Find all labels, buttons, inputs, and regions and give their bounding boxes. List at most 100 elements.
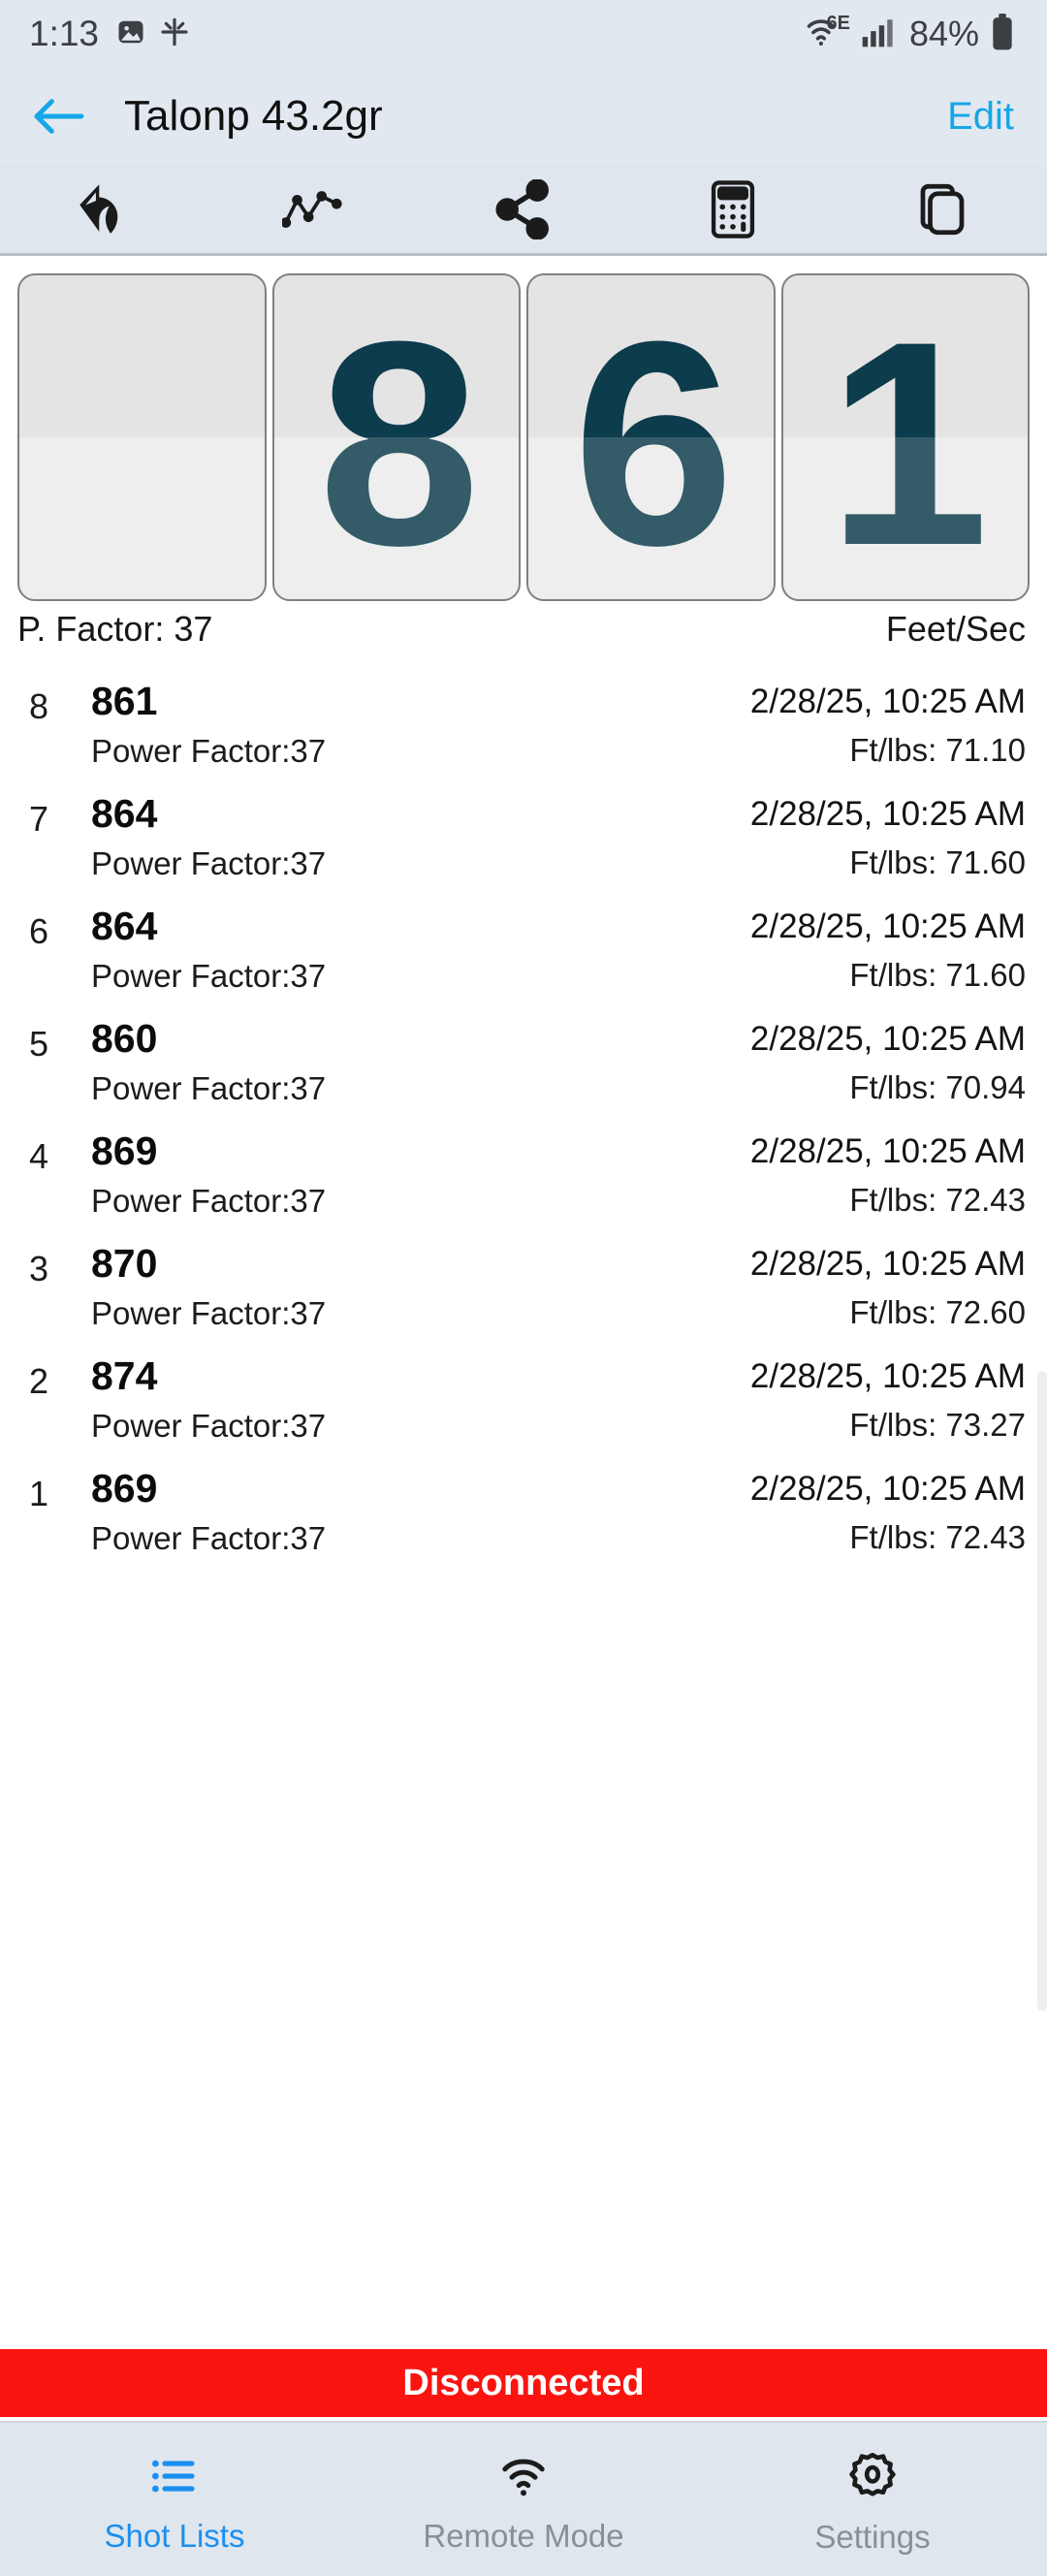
table-row[interactable]: 2 874 Power Factor:37 2/28/25, 10:25 AM … [0, 1348, 1047, 1460]
undo-button[interactable] [0, 164, 209, 255]
shot-list[interactable]: 8 861 Power Factor:37 2/28/25, 10:25 AM … [0, 673, 1047, 2011]
shot-index: 2 [29, 1361, 49, 1401]
digit-card-3: 6 [526, 273, 776, 601]
tab-label: Settings [814, 2518, 931, 2555]
copy-icon [920, 183, 965, 235]
shot-velocity: 870 [91, 1241, 158, 1286]
table-row[interactable]: 6 864 Power Factor:37 2/28/25, 10:25 AM … [0, 898, 1047, 1010]
sparkle-icon [159, 16, 190, 52]
shot-energy: Ft/lbs: 70.94 [849, 1069, 1026, 1106]
shot-energy: Ft/lbs: 72.60 [849, 1294, 1026, 1331]
shot-timestamp: 2/28/25, 10:25 AM [749, 683, 1026, 720]
shot-power-factor: Power Factor:37 [91, 845, 327, 882]
shot-velocity: 869 [91, 1129, 158, 1173]
shot-power-factor: Power Factor:37 [91, 1295, 327, 1332]
battery-icon [991, 13, 1014, 55]
power-factor-label: P. Factor: 37 [17, 609, 213, 649]
shot-timestamp: 2/28/25, 10:25 AM [749, 795, 1026, 833]
table-row[interactable]: 5 860 Power Factor:37 2/28/25, 10:25 AM … [0, 1010, 1047, 1123]
back-button[interactable] [29, 86, 89, 146]
shot-energy: Ft/lbs: 73.27 [849, 1407, 1026, 1444]
shot-energy: Ft/lbs: 71.60 [849, 957, 1026, 994]
shot-meta: 2/28/25, 10:25 AM Ft/lbs: 72.60 [750, 1235, 1026, 1331]
wifi-6e-icon: 6E [807, 12, 850, 54]
shot-index: 7 [29, 799, 49, 839]
duplicate-button[interactable] [838, 164, 1047, 255]
gear-icon [847, 2452, 898, 2505]
display-meta-row: P. Factor: 37 Feet/Sec [0, 601, 1047, 650]
battery-percent-label: 84% [908, 14, 979, 53]
shot-main: 861 Power Factor:37 [91, 673, 750, 770]
shot-meta: 2/28/25, 10:25 AM Ft/lbs: 72.43 [750, 1460, 1026, 1556]
line-chart-icon [282, 190, 342, 228]
digit-value: 8 [318, 280, 480, 601]
shot-meta: 2/28/25, 10:25 AM Ft/lbs: 72.43 [750, 1123, 1026, 1219]
calculator-button[interactable] [628, 164, 838, 255]
graph-button[interactable] [209, 164, 419, 255]
shot-velocity: 861 [91, 679, 158, 723]
shot-index: 6 [29, 911, 49, 951]
shot-power-factor: Power Factor:37 [91, 958, 327, 995]
shot-power-factor: Power Factor:37 [91, 1520, 327, 1557]
action-toolbar [0, 165, 1047, 256]
edit-button[interactable]: Edit [947, 95, 1014, 139]
table-row[interactable]: 7 864 Power Factor:37 2/28/25, 10:25 AM … [0, 785, 1047, 898]
shot-main: 870 Power Factor:37 [91, 1235, 750, 1332]
shot-timestamp: 2/28/25, 10:25 AM [749, 907, 1026, 945]
shot-main: 874 Power Factor:37 [91, 1348, 750, 1445]
shot-timestamp: 2/28/25, 10:25 AM [749, 1245, 1026, 1283]
status-bar-notification-icons [116, 16, 190, 52]
shot-meta: 2/28/25, 10:25 AM Ft/lbs: 71.10 [750, 673, 1026, 769]
table-row[interactable]: 8 861 Power Factor:37 2/28/25, 10:25 AM … [0, 673, 1047, 785]
shot-index: 4 [29, 1136, 49, 1176]
shot-main: 869 Power Factor:37 [91, 1460, 750, 1557]
digit-card-2: 8 [271, 273, 521, 601]
shot-main: 869 Power Factor:37 [91, 1123, 750, 1220]
shot-meta: 2/28/25, 10:25 AM Ft/lbs: 73.27 [750, 1348, 1026, 1444]
shot-velocity: 874 [91, 1353, 158, 1398]
arrow-left-icon [34, 99, 84, 134]
tab-shot-lists[interactable]: Shot Lists [0, 2423, 349, 2576]
shot-power-factor: Power Factor:37 [91, 733, 327, 770]
shot-index: 3 [29, 1249, 49, 1288]
digit-value: 1 [827, 280, 989, 601]
status-bar-clock: 1:13 [29, 14, 100, 53]
digit-card-1 [17, 273, 267, 601]
cellular-signal-icon [861, 16, 894, 53]
shot-index: 8 [29, 686, 49, 726]
shot-main: 860 Power Factor:37 [91, 1010, 750, 1107]
velocity-display: 8 6 1 [0, 256, 1047, 601]
shot-velocity: 864 [91, 904, 158, 948]
tab-label: Remote Mode [423, 2517, 624, 2554]
shot-meta: 2/28/25, 10:25 AM Ft/lbs: 71.60 [750, 898, 1026, 994]
share-button[interactable] [419, 164, 628, 255]
shot-timestamp: 2/28/25, 10:25 AM [749, 1357, 1026, 1395]
tab-settings[interactable]: Settings [698, 2423, 1047, 2576]
shot-timestamp: 2/28/25, 10:25 AM [749, 1132, 1026, 1170]
shot-meta: 2/28/25, 10:25 AM Ft/lbs: 71.60 [750, 785, 1026, 881]
digit-value: 6 [572, 280, 735, 601]
wifi-band-label: 6E [826, 12, 850, 34]
flip-seam [19, 437, 265, 599]
page-title: Talonp 43.2gr [124, 92, 383, 140]
wifi-icon [498, 2453, 549, 2504]
shot-energy: Ft/lbs: 72.43 [849, 1519, 1026, 1556]
table-row[interactable]: 4 869 Power Factor:37 2/28/25, 10:25 AM … [0, 1123, 1047, 1235]
shot-power-factor: Power Factor:37 [91, 1070, 327, 1107]
shot-main: 864 Power Factor:37 [91, 898, 750, 995]
table-row[interactable]: 1 869 Power Factor:37 2/28/25, 10:25 AM … [0, 1460, 1047, 1573]
list-icon [149, 2453, 200, 2504]
units-label: Feet/Sec [885, 609, 1026, 649]
table-row[interactable]: 3 870 Power Factor:37 2/28/25, 10:25 AM … [0, 1235, 1047, 1348]
undo-arrow-icon [79, 183, 118, 234]
calculator-icon [711, 179, 755, 239]
connection-status-banner: Disconnected [0, 2349, 1047, 2417]
tab-remote-mode[interactable]: Remote Mode [349, 2423, 698, 2576]
status-bar: 1:13 6E 84% [0, 0, 1047, 68]
shot-velocity: 869 [91, 1466, 158, 1511]
shot-power-factor: Power Factor:37 [91, 1408, 327, 1445]
shot-energy: Ft/lbs: 71.60 [849, 844, 1026, 881]
shot-velocity: 860 [91, 1016, 158, 1061]
status-bar-system-icons: 6E 84% [807, 12, 1014, 55]
digit-card-4: 1 [780, 273, 1030, 601]
